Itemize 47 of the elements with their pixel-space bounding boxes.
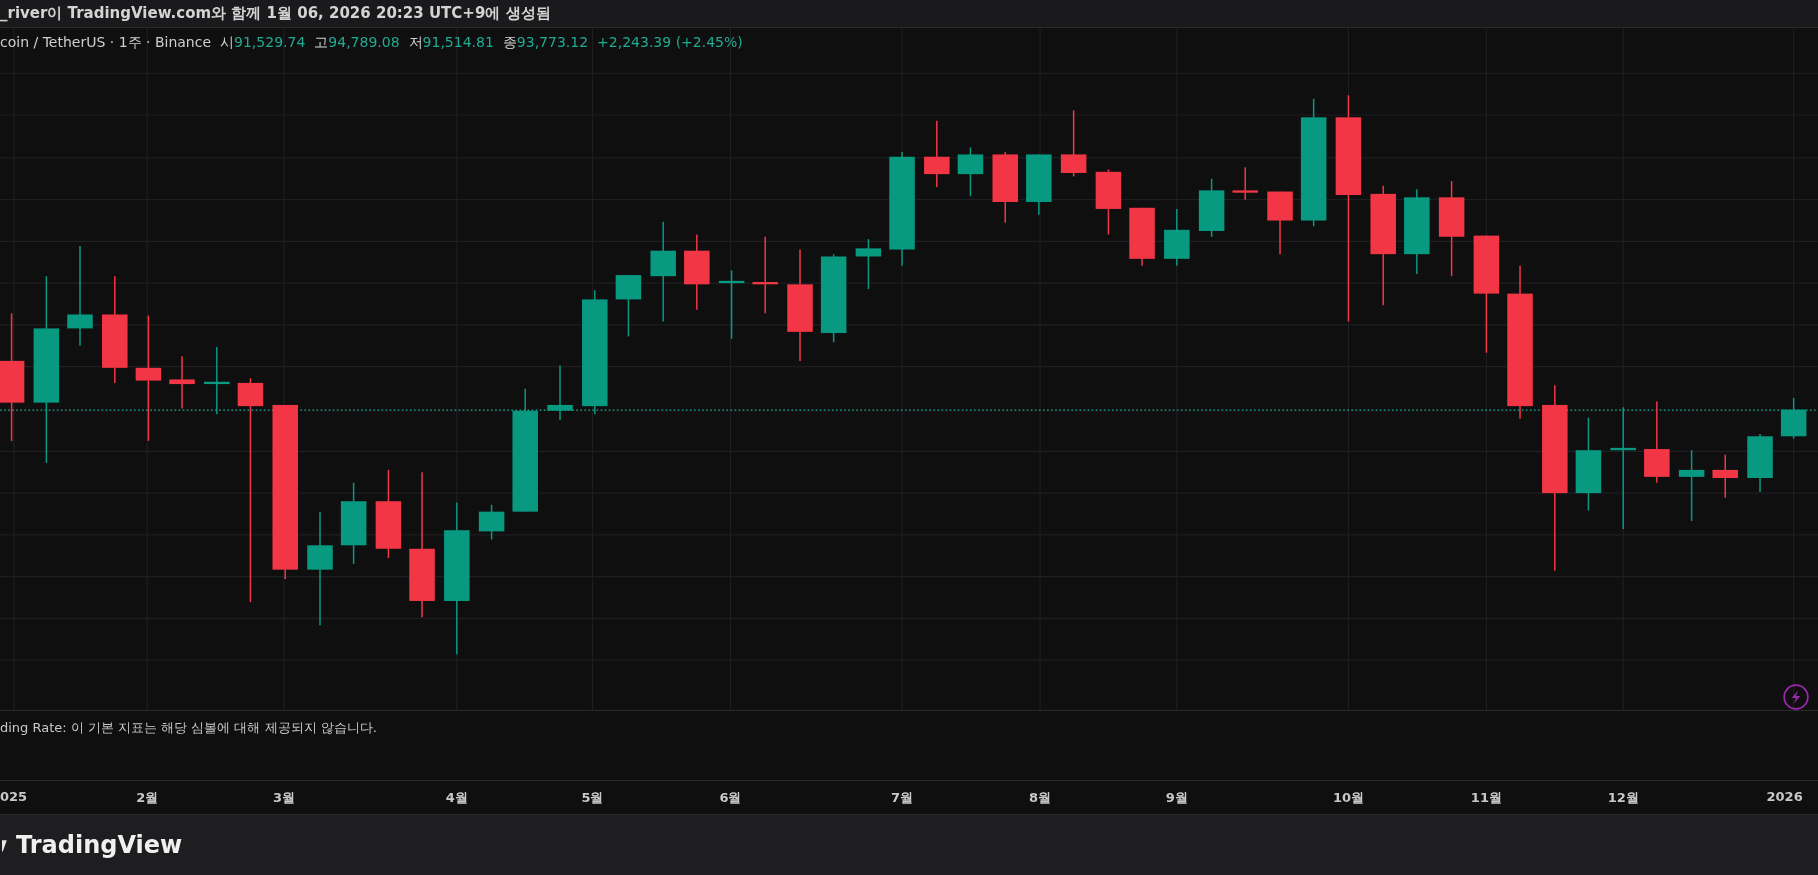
time-axis-label: 10월 <box>1332 789 1364 807</box>
candle <box>1198 178 1225 238</box>
time-axis-label: 2월 <box>136 789 159 807</box>
candle <box>1026 153 1052 216</box>
candle <box>478 503 505 541</box>
time-axis-label: 6월 <box>719 789 742 807</box>
time-axis-label: 11월 <box>1470 789 1502 807</box>
window-title: _river이 TradingView.com와 함께 1월 06, 2026 20:23 UTC+9에 생성됨 <box>0 4 551 23</box>
candle <box>1267 190 1293 255</box>
ohlc-label: 시 <box>220 34 235 52</box>
candle <box>615 274 642 338</box>
time-axis-label: 2026 <box>1766 789 1803 804</box>
ohlc-label: 종 <box>502 34 517 52</box>
indicator-message: ding Rate: 이 기본 지표는 해당 심볼에 대해 제공되지 않습니다. <box>0 720 377 735</box>
candle <box>924 120 950 188</box>
time-axis-label: 4월 <box>445 789 468 807</box>
ohlc-value: 91,529.74 <box>234 34 306 52</box>
candle <box>1060 109 1087 178</box>
candle <box>547 364 573 421</box>
candle <box>1780 397 1807 440</box>
ohlc-value: 91,514.81 <box>422 34 494 52</box>
candle <box>1129 207 1155 267</box>
price-change: +2,243.39 (+2.45%) <box>597 34 743 52</box>
candle <box>169 355 195 410</box>
ohlc-label: 저 <box>408 34 423 52</box>
candle <box>1095 168 1122 236</box>
time-axis-label: 025 <box>0 789 28 804</box>
time-axis-label: 3월 <box>273 789 296 807</box>
candle <box>718 269 745 340</box>
candle <box>204 346 230 415</box>
ohlc-label: 고 <box>314 34 329 52</box>
candle <box>1747 433 1773 493</box>
ohlc-value: 94,789.08 <box>328 34 400 52</box>
brand-name: TradingView <box>16 831 183 859</box>
candle <box>1712 454 1738 499</box>
candle <box>855 238 882 290</box>
candle <box>1232 166 1258 201</box>
time-axis-label: 8월 <box>1029 789 1052 807</box>
candle <box>1164 208 1190 267</box>
time-axis-label: 12월 <box>1607 789 1639 807</box>
symbol-label: coin / TetherUS · 1주 · Binance <box>0 34 212 52</box>
time-axis-label: 5월 <box>581 789 604 807</box>
candle <box>957 146 984 197</box>
time-axis-label: 9월 <box>1165 789 1188 807</box>
lightning-icon[interactable] <box>1782 683 1810 711</box>
ohlc-value: 93,773.12 <box>516 34 589 52</box>
time-axis-label: 7월 <box>891 789 914 807</box>
